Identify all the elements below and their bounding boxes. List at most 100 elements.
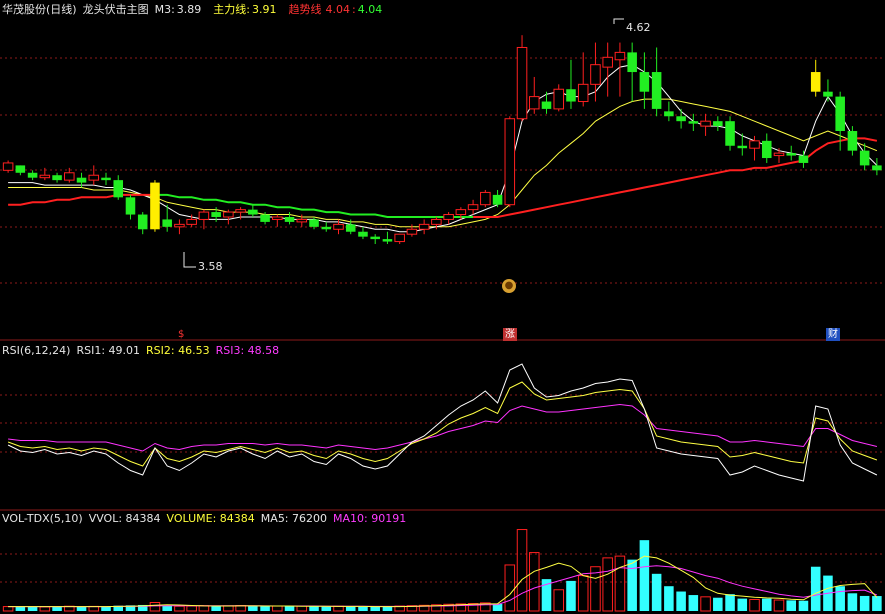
- candle-body-5: [64, 172, 75, 181]
- candle-body-28: [345, 224, 356, 232]
- candle-body-30: [370, 236, 380, 240]
- candle-body-62: [761, 140, 772, 159]
- candle-body-7: [88, 174, 100, 181]
- vol-bar-53: [651, 573, 662, 611]
- rsi3-line: [8, 403, 878, 452]
- ma10-value: MA10: 90191: [333, 512, 407, 525]
- vol-name: VOL-TDX(5,10): [2, 512, 83, 525]
- vol-bar-57: [700, 596, 711, 612]
- money-bag-icon: ●: [502, 279, 516, 293]
- vol-bar-46: [566, 580, 576, 611]
- candle-body-61: [749, 140, 760, 149]
- vol-bar-66: [810, 566, 821, 611]
- candle-body-49: [602, 56, 613, 68]
- ma-yellow-line: [8, 98, 878, 228]
- candle-body-34: [418, 223, 430, 230]
- vol-bar-49: [602, 557, 613, 612]
- candle-body-12: [150, 182, 160, 230]
- trend-line-red-b: [473, 137, 878, 218]
- vol-bar-3: [39, 606, 51, 612]
- vol-bar-50: [614, 555, 626, 612]
- candle-body-69: [847, 131, 858, 151]
- vol-bar-56: [688, 595, 699, 611]
- rsi-name: RSI(6,12,24): [2, 344, 71, 357]
- trend-line-value1: 4.04: [325, 3, 351, 16]
- vol-bar-24: [296, 605, 308, 612]
- candle-body-23: [284, 216, 295, 222]
- candle-body-70: [859, 150, 870, 166]
- main-line-label-text: 主力线:: [213, 3, 251, 16]
- candle-body-44: [541, 101, 552, 109]
- low-price-label: 3.58: [198, 260, 223, 273]
- candle-body-29: [358, 231, 368, 237]
- candle-body-19: [235, 209, 246, 213]
- candle-body-13: [162, 219, 172, 227]
- candle-body-38: [467, 204, 479, 211]
- candle-body-1: [15, 165, 26, 173]
- vol-bar-4: [52, 606, 62, 611]
- vol-header: VOL-TDX(5,10) VVOL: 84384 VOLUME: 84384 MA5…: [2, 511, 412, 527]
- trend-line-value2: 4.04: [357, 3, 383, 16]
- vol-bar-47: [577, 575, 589, 612]
- vol-bar-68: [835, 586, 845, 611]
- vol-bar-62: [761, 598, 772, 611]
- vol-bar-28: [345, 606, 356, 611]
- m3-label-text: M3:: [154, 3, 175, 16]
- dollar-marker: $: [178, 329, 185, 340]
- candle-body-16: [198, 211, 210, 220]
- candle-body-58: [713, 121, 723, 127]
- vol-bar-59: [725, 594, 735, 611]
- candle-body-57: [700, 120, 711, 127]
- candle-body-8: [101, 177, 111, 181]
- rsi3-value: RSI3: 48.58: [215, 344, 280, 357]
- candle-body-32: [394, 233, 405, 243]
- high-price-label: 4.62: [626, 21, 651, 34]
- ma5-value: MA5: 76200: [260, 512, 328, 525]
- candle-body-26: [321, 226, 332, 230]
- candle-body-39: [480, 191, 491, 206]
- vol-bar-55: [676, 591, 686, 611]
- rsi2-value: RSI2: 46.53: [146, 344, 210, 357]
- candle-body-27: [333, 223, 344, 230]
- price-header: 华茂股份(日线) 龙头伏击主图 M3: 3.89 主力线: 3.91 趋势线 4.04:4.0…: [2, 2, 394, 18]
- vol-bar-25: [309, 606, 319, 611]
- vvol-value: VVOL: 84384: [88, 512, 161, 525]
- candle-body-55: [676, 116, 686, 122]
- vol-bar-61: [749, 598, 760, 612]
- candle-body-0: [2, 162, 14, 171]
- vol-bar-22: [272, 605, 283, 612]
- low-label-leader: [183, 252, 196, 268]
- candle-body-68: [835, 96, 845, 132]
- trend-line-label: 趋势线 4.04:4.04: [288, 3, 383, 16]
- vol-bar-2: [27, 606, 38, 611]
- stock-title: 华茂股份(日线): [2, 3, 77, 16]
- candle-body-63: [773, 152, 785, 157]
- candle-body-18: [223, 211, 234, 218]
- candle-body-51: [627, 52, 637, 73]
- candle-body-14: [174, 223, 185, 228]
- vol-bar-31: [382, 606, 393, 611]
- price-pane: [2, 18, 882, 268]
- candle-body-65: [798, 155, 809, 163]
- m3-label: M3: 3.89: [155, 3, 208, 16]
- candle-body-4: [52, 175, 62, 181]
- vol-bar-60: [737, 598, 748, 611]
- candle-body-33: [406, 228, 418, 235]
- candle-body-36: [443, 214, 454, 220]
- candle-body-15: [186, 218, 197, 225]
- rsi1-value: RSI1: 49.01: [76, 344, 141, 357]
- candle-body-35: [431, 218, 442, 225]
- vol-bar-14: [174, 605, 185, 612]
- vol-bar-26: [321, 606, 332, 611]
- vol-bar-63: [773, 599, 785, 612]
- vol-bar-65: [798, 600, 809, 611]
- candle-body-37: [455, 209, 467, 216]
- candle-body-11: [137, 214, 148, 230]
- candle-body-40: [492, 194, 503, 205]
- vol-bar-18: [223, 605, 234, 612]
- candle-body-66: [810, 72, 821, 92]
- candle-body-43: [528, 96, 540, 110]
- high-label-leader: [613, 18, 624, 24]
- indicator-name: 龙头伏击主图: [82, 3, 149, 16]
- candle-body-71: [872, 165, 882, 171]
